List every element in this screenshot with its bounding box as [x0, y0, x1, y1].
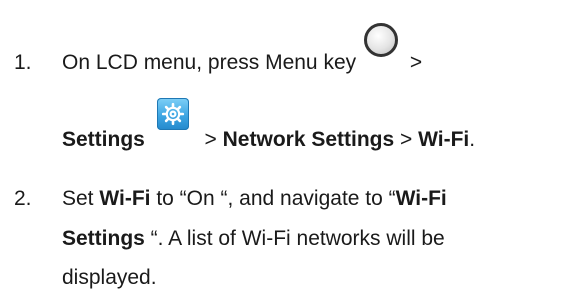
- step-1-separator-2: >: [400, 128, 413, 151]
- step-1-period: .: [469, 128, 476, 151]
- step-1-separator: >: [409, 51, 423, 74]
- step-1-separator-1: >: [204, 128, 217, 151]
- round-menu-key-icon: [363, 23, 398, 57]
- step-2-line-3: displayed.: [62, 266, 157, 290]
- step-2-text-navigate: to “On “, and navigate to “: [150, 187, 396, 210]
- step-1-instruction-text: On LCD menu, press Menu key: [62, 51, 357, 74]
- step-2-text-list: “. A list of Wi-Fi networks will be: [144, 227, 445, 250]
- wifi-settings-label-part-1: Wi-Fi: [395, 187, 447, 210]
- step-1-line-1: On LCD menu, press Menu key >: [62, 23, 423, 83]
- wifi-label: Wi-Fi: [418, 128, 470, 151]
- wifi-settings-label-part-2: Settings: [62, 227, 145, 250]
- step-2-line-1: Set Wi-Fi to “On “, and navigate to “Wi-…: [62, 187, 447, 211]
- step-1-line-2: Settings > Network Settings > Wi-Fi.: [62, 98, 476, 162]
- step-2-number: 2.: [14, 187, 32, 210]
- step-2-text-displayed: displayed.: [62, 266, 157, 289]
- wifi-setting-label: Wi-Fi: [99, 187, 151, 210]
- settings-gear-icon: [156, 98, 191, 132]
- step-2-text-set: Set: [62, 187, 100, 210]
- settings-label: Settings: [62, 128, 145, 151]
- step-1-number: 1.: [14, 51, 32, 74]
- step-2-line-2: Settings “. A list of Wi-Fi networks wil…: [62, 227, 445, 251]
- network-settings-label: Network Settings: [222, 128, 395, 151]
